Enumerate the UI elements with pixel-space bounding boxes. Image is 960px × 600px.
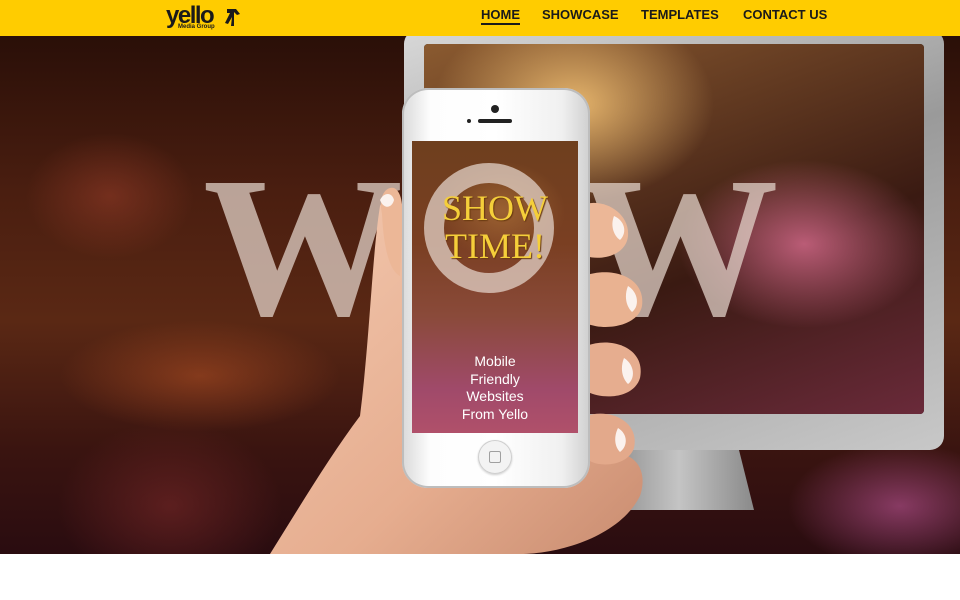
phone-home-button	[478, 440, 512, 474]
smartphone: SHOW TIME! Mobile Friendly Websites From …	[402, 88, 590, 488]
tagline-line: Mobile	[474, 353, 516, 369]
phone-camera	[491, 105, 499, 113]
nav-showcase[interactable]: SHOWCASE	[542, 8, 619, 22]
phone-screen: SHOW TIME! Mobile Friendly Websites From …	[412, 141, 578, 433]
nav-templates[interactable]: TEMPLATES	[641, 8, 719, 22]
phone-speaker	[478, 119, 512, 123]
walking-fingers-icon	[225, 9, 240, 26]
yello-logo[interactable]: yello Media Group	[166, 3, 246, 33]
nav-contact-us[interactable]: CONTACT US	[743, 8, 827, 22]
phone-screen-tagline: Mobile Friendly Websites From Yello	[412, 353, 578, 423]
tagline-line: Friendly	[470, 370, 520, 387]
logo-subtitle: Media Group	[178, 24, 215, 30]
site-header: yello Media Group HOME SHOWCASE TEMPLATE…	[0, 0, 960, 36]
phone-screen-headline: SHOW TIME!	[442, 188, 548, 266]
hero-banner: WOW SHOWTIME! M	[0, 36, 960, 554]
tagline-line: From Yello	[461, 405, 529, 422]
tagline-line: Websites	[466, 388, 524, 404]
nav-home[interactable]: HOME	[481, 8, 520, 25]
phone-sensor	[467, 119, 471, 123]
